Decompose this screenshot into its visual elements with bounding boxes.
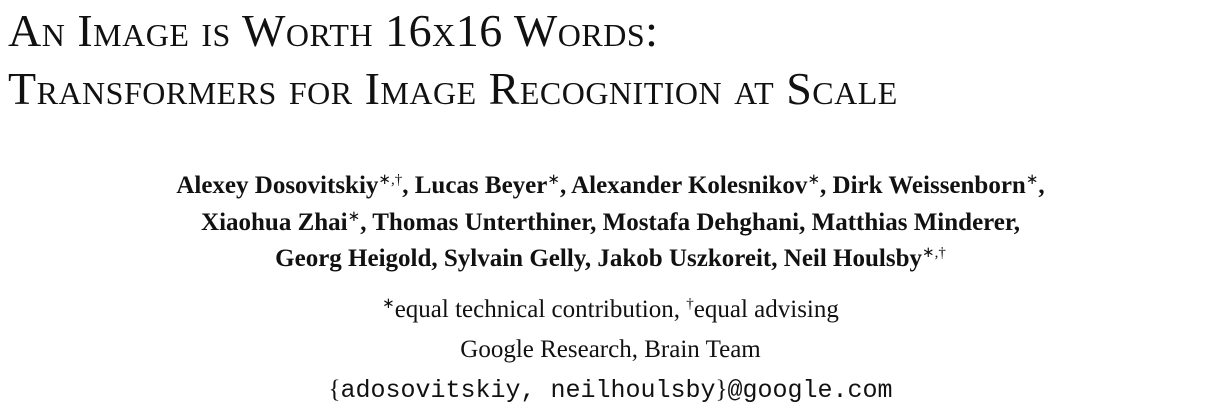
author-affiliation-mark: ∗ bbox=[547, 172, 560, 188]
email-close-brace: } bbox=[715, 376, 728, 403]
author-row-2: Xiaohua Zhai∗, Thomas Unterthiner, Mosta… bbox=[0, 205, 1221, 242]
email-users: adosovitskiy, neilhoulsby bbox=[340, 376, 716, 405]
author-name: Thomas Unterthiner bbox=[372, 208, 591, 236]
author-name: Jakob Uszkoreit bbox=[597, 245, 772, 272]
author-affiliation-mark: ∗,† bbox=[378, 172, 403, 188]
author-affiliation-mark: ∗,† bbox=[922, 245, 946, 261]
equal-advising-text: equal advising bbox=[693, 296, 839, 323]
contact-email: {adosovitskiy, neilhoulsby}@google.com bbox=[0, 372, 1221, 409]
title-line-2: Transformers for Image Recognition at Sc… bbox=[8, 63, 898, 114]
author-name: Xiaohua Zhai bbox=[201, 208, 348, 236]
author-affiliation-mark: ∗ bbox=[1025, 172, 1039, 188]
author-name: Sylvain Gelly bbox=[443, 245, 585, 272]
author-name: Lucas Beyer bbox=[414, 172, 548, 199]
equal-contribution-mark: ∗ bbox=[382, 296, 395, 312]
paper-title: An Image is Worth 16x16 Words: Transform… bbox=[8, 2, 1218, 118]
author-separator: , bbox=[771, 245, 784, 272]
equal-advising-mark: † bbox=[686, 296, 694, 312]
author-name: Georg Heigold bbox=[275, 245, 432, 272]
author-separator: , bbox=[799, 208, 812, 236]
author-name: Alexander Kolesnikov bbox=[571, 172, 808, 199]
author-separator: , bbox=[360, 208, 373, 236]
author-row-1: Alexey Dosovitskiy∗,†, Lucas Beyer∗, Ale… bbox=[0, 168, 1221, 205]
author-separator: , bbox=[590, 208, 603, 236]
author-row-3: Georg Heigold, Sylvain Gelly, Jakob Uszk… bbox=[0, 241, 1221, 278]
email-domain: @google.com bbox=[727, 376, 893, 405]
author-separator: , bbox=[559, 172, 572, 199]
author-name: Alexey Dosovitskiy bbox=[176, 172, 379, 199]
author-separator: , bbox=[431, 245, 444, 272]
author-name: Matthias Minderer bbox=[811, 208, 1014, 236]
author-list: Alexey Dosovitskiy∗,†, Lucas Beyer∗, Ale… bbox=[0, 168, 1221, 278]
author-separator: , bbox=[1013, 208, 1020, 236]
affiliation: Google Research, Brain Team bbox=[460, 336, 761, 363]
author-separator: , bbox=[820, 172, 833, 199]
author-affiliation-mark: ∗ bbox=[807, 172, 821, 188]
author-separator: , bbox=[1038, 172, 1045, 199]
author-affiliation-mark: ∗ bbox=[347, 208, 361, 225]
email-open-brace: { bbox=[328, 376, 341, 403]
contribution-note: ∗equal technical contribution, †equal ad… bbox=[0, 292, 1221, 328]
author-name: Dirk Weissenborn bbox=[832, 172, 1026, 199]
equal-contribution-text: equal technical contribution, bbox=[394, 296, 687, 323]
author-separator: , bbox=[402, 172, 415, 199]
author-name: Neil Houlsby bbox=[783, 245, 922, 272]
title-line-1: An Image is Worth 16x16 Words: bbox=[8, 5, 659, 56]
author-separator: , bbox=[584, 245, 598, 272]
author-name: Mostafa Dehghani bbox=[602, 208, 800, 236]
